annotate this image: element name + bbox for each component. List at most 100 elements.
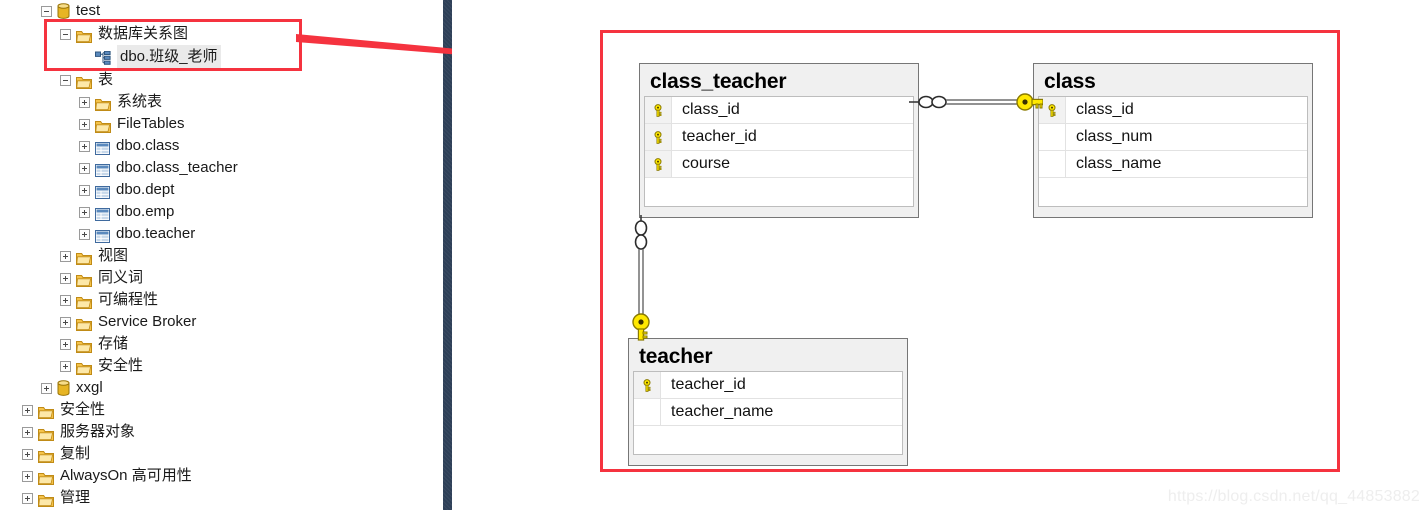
folder-icon — [38, 426, 54, 441]
folder-icon — [38, 492, 54, 507]
tree-item-12[interactable]: 同义词 — [60, 267, 145, 289]
expand-icon[interactable] — [22, 470, 33, 482]
folder-icon — [76, 338, 92, 353]
tree-item-2[interactable]: dbo.班级_老师 — [79, 45, 221, 69]
tree-item-label: dbo.dept — [116, 181, 175, 198]
table-icon — [95, 184, 110, 199]
expand-icon[interactable] — [79, 140, 90, 152]
diagram-column-row[interactable]: class_num — [1039, 124, 1307, 151]
expand-icon[interactable] — [60, 338, 71, 350]
expand-icon[interactable] — [60, 294, 71, 306]
folder-icon — [95, 118, 111, 133]
collapse-icon[interactable] — [60, 74, 71, 86]
tree-item-label: xxgl — [76, 379, 103, 396]
tree-item-7[interactable]: dbo.class_teacher — [79, 157, 240, 179]
tree-item-label: dbo.class — [116, 137, 180, 154]
tree-item-16[interactable]: 安全性 — [60, 355, 145, 377]
tree-item-4[interactable]: 系统表 — [79, 91, 164, 113]
primary-key-icon — [645, 151, 672, 177]
folder-icon — [38, 448, 54, 463]
expand-icon[interactable] — [22, 448, 33, 460]
folder-icon — [95, 96, 111, 111]
expand-icon[interactable] — [79, 118, 90, 130]
diagram-pane[interactable]: class_teacher class_id teacher_id course cla… — [452, 0, 1426, 510]
tree-item-13[interactable]: 可编程性 — [60, 289, 160, 311]
expand-icon[interactable] — [22, 426, 33, 438]
pane-divider[interactable] — [443, 0, 452, 510]
expand-icon[interactable] — [22, 404, 33, 416]
collapse-icon[interactable] — [60, 28, 71, 40]
folder-icon — [76, 250, 92, 265]
diagram-column-row[interactable]: teacher_id — [645, 124, 913, 151]
diagram-table-columns: class_id class_num class_name — [1038, 96, 1308, 207]
tree-item-8[interactable]: dbo.dept — [79, 179, 176, 201]
tree-item-18[interactable]: 安全性 — [22, 399, 107, 421]
tree-item-label: test — [76, 2, 101, 19]
expand-icon[interactable] — [60, 250, 71, 262]
diagram-table-empty-area — [645, 178, 913, 206]
expand-icon[interactable] — [79, 228, 90, 240]
diagram-table-class[interactable]: class class_id class_num class_name — [1033, 63, 1313, 218]
diagram-table-teacher[interactable]: teacher teacher_id teacher_name — [628, 338, 908, 466]
expand-icon[interactable] — [60, 272, 71, 284]
tree-item-10[interactable]: dbo.teacher — [79, 223, 197, 245]
diagram-column-row[interactable]: class_name — [1039, 151, 1307, 178]
tree-item-6[interactable]: dbo.class — [79, 135, 181, 157]
collapse-icon[interactable] — [41, 5, 52, 17]
tree-item-1[interactable]: 数据库关系图 — [60, 23, 190, 45]
relationship-connector-vertical[interactable] — [627, 215, 655, 341]
diagram-table-class_teacher[interactable]: class_teacher class_id teacher_idcourse — [639, 63, 919, 218]
expand-icon[interactable] — [22, 492, 33, 504]
tree-item-label: 存储 — [98, 335, 129, 352]
diagram-table-columns: teacher_id teacher_name — [633, 371, 903, 455]
tree-item-9[interactable]: dbo.emp — [79, 201, 176, 223]
database-icon — [57, 3, 70, 19]
diagram-table-title: class — [1044, 70, 1096, 93]
expand-icon[interactable] — [41, 382, 52, 394]
tree-item-0[interactable]: test — [41, 0, 102, 22]
folder-icon — [76, 294, 92, 309]
folder-icon — [76, 74, 92, 89]
diagram-column-row[interactable]: class_id — [1039, 97, 1307, 124]
diagram-column-name: teacher_id — [682, 128, 757, 145]
tree-item-label: 数据库关系图 — [98, 25, 189, 42]
diagram-column-name: class_id — [1076, 101, 1134, 118]
expand-icon[interactable] — [60, 316, 71, 328]
tree-item-3[interactable]: 表 — [60, 69, 115, 91]
column-gutter — [1039, 151, 1066, 177]
tree-item-label: 管理 — [60, 489, 91, 506]
expand-icon[interactable] — [60, 360, 71, 372]
object-explorer-pane[interactable]: test 数据库关系图 dbo.班级_老师表系统表 FileTables dbo.cla… — [0, 0, 443, 510]
tree-item-label: FileTables — [117, 115, 185, 132]
diagram-table-title: class_teacher — [650, 70, 787, 93]
diagram-column-row[interactable]: course — [645, 151, 913, 178]
expand-icon[interactable] — [79, 184, 90, 196]
expand-icon[interactable] — [79, 206, 90, 218]
tree-item-22[interactable]: 管理 — [22, 487, 92, 509]
folder-icon — [76, 28, 92, 43]
diagram-column-row[interactable]: teacher_name — [634, 399, 902, 426]
diagram-column-name: class_id — [682, 101, 740, 118]
tree-item-label: AlwaysOn 高可用性 — [60, 467, 192, 484]
tree-item-11[interactable]: 视图 — [60, 245, 130, 267]
tree-item-21[interactable]: AlwaysOn 高可用性 — [22, 465, 194, 487]
tree-item-label: 同义词 — [98, 269, 144, 286]
tree-item-20[interactable]: 复制 — [22, 443, 92, 465]
tree-item-label: 表 — [98, 71, 114, 88]
watermark: https://blog.csdn.net/qq_44853882 — [1167, 488, 1420, 505]
folder-icon — [76, 272, 92, 287]
expand-icon[interactable] — [79, 162, 90, 174]
tree-item-15[interactable]: 存储 — [60, 333, 130, 355]
relationship-connector-horizontal[interactable] — [909, 89, 1043, 115]
tree-item-14[interactable]: Service Broker — [60, 311, 198, 333]
table-icon — [95, 162, 110, 177]
tree-item-label: 安全性 — [98, 357, 144, 374]
diagram-column-row[interactable]: class_id — [645, 97, 913, 124]
tree-item-17[interactable]: xxgl — [41, 377, 105, 399]
diagram-table-title: teacher — [639, 345, 713, 368]
diagram-column-row[interactable]: teacher_id — [634, 372, 902, 399]
expand-icon[interactable] — [79, 96, 90, 108]
tree-item-5[interactable]: FileTables — [79, 113, 187, 135]
tree-item-19[interactable]: 服务器对象 — [22, 421, 137, 443]
tree-item-label: 可编程性 — [98, 291, 159, 308]
